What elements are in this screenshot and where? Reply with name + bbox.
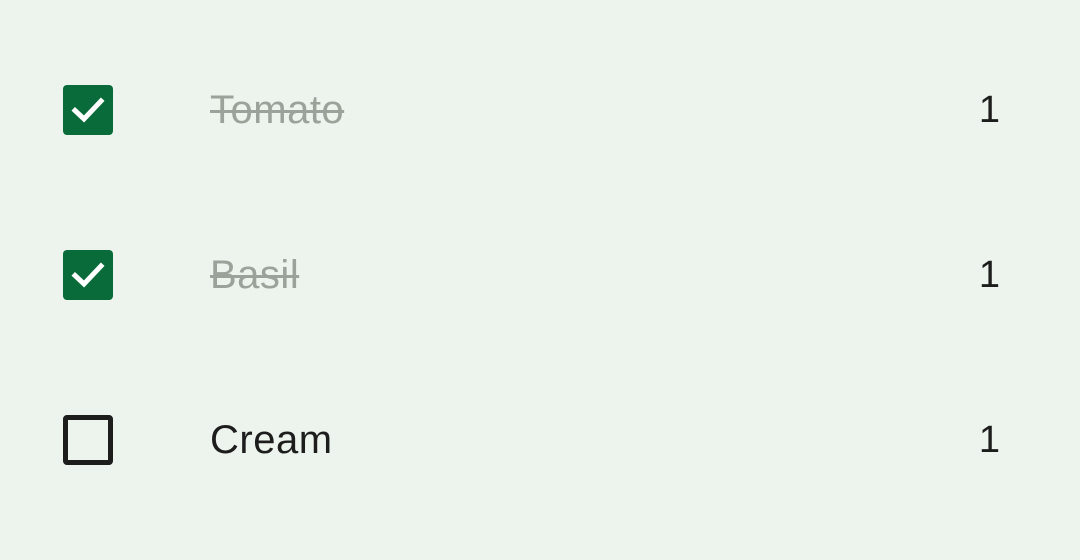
- checkmark-icon: [71, 97, 105, 123]
- item-quantity: 1: [978, 89, 1000, 131]
- item-name: Cream: [210, 418, 333, 462]
- item-name: Basil: [210, 253, 300, 297]
- item-quantity: 1: [978, 419, 1000, 461]
- checkbox-unchecked-icon[interactable]: [63, 415, 113, 465]
- checkmark-icon: [71, 262, 105, 288]
- shopping-list: Tomato 1 Basil 1 Cream 1: [0, 0, 1080, 560]
- checkbox-checked-icon[interactable]: [63, 85, 113, 135]
- item-quantity: 1: [978, 254, 1000, 296]
- list-item[interactable]: Cream 1: [0, 385, 1080, 495]
- item-name: Tomato: [210, 88, 345, 132]
- list-item[interactable]: Basil 1: [0, 220, 1080, 330]
- list-item[interactable]: Tomato 1: [0, 55, 1080, 165]
- checkbox-checked-icon[interactable]: [63, 250, 113, 300]
